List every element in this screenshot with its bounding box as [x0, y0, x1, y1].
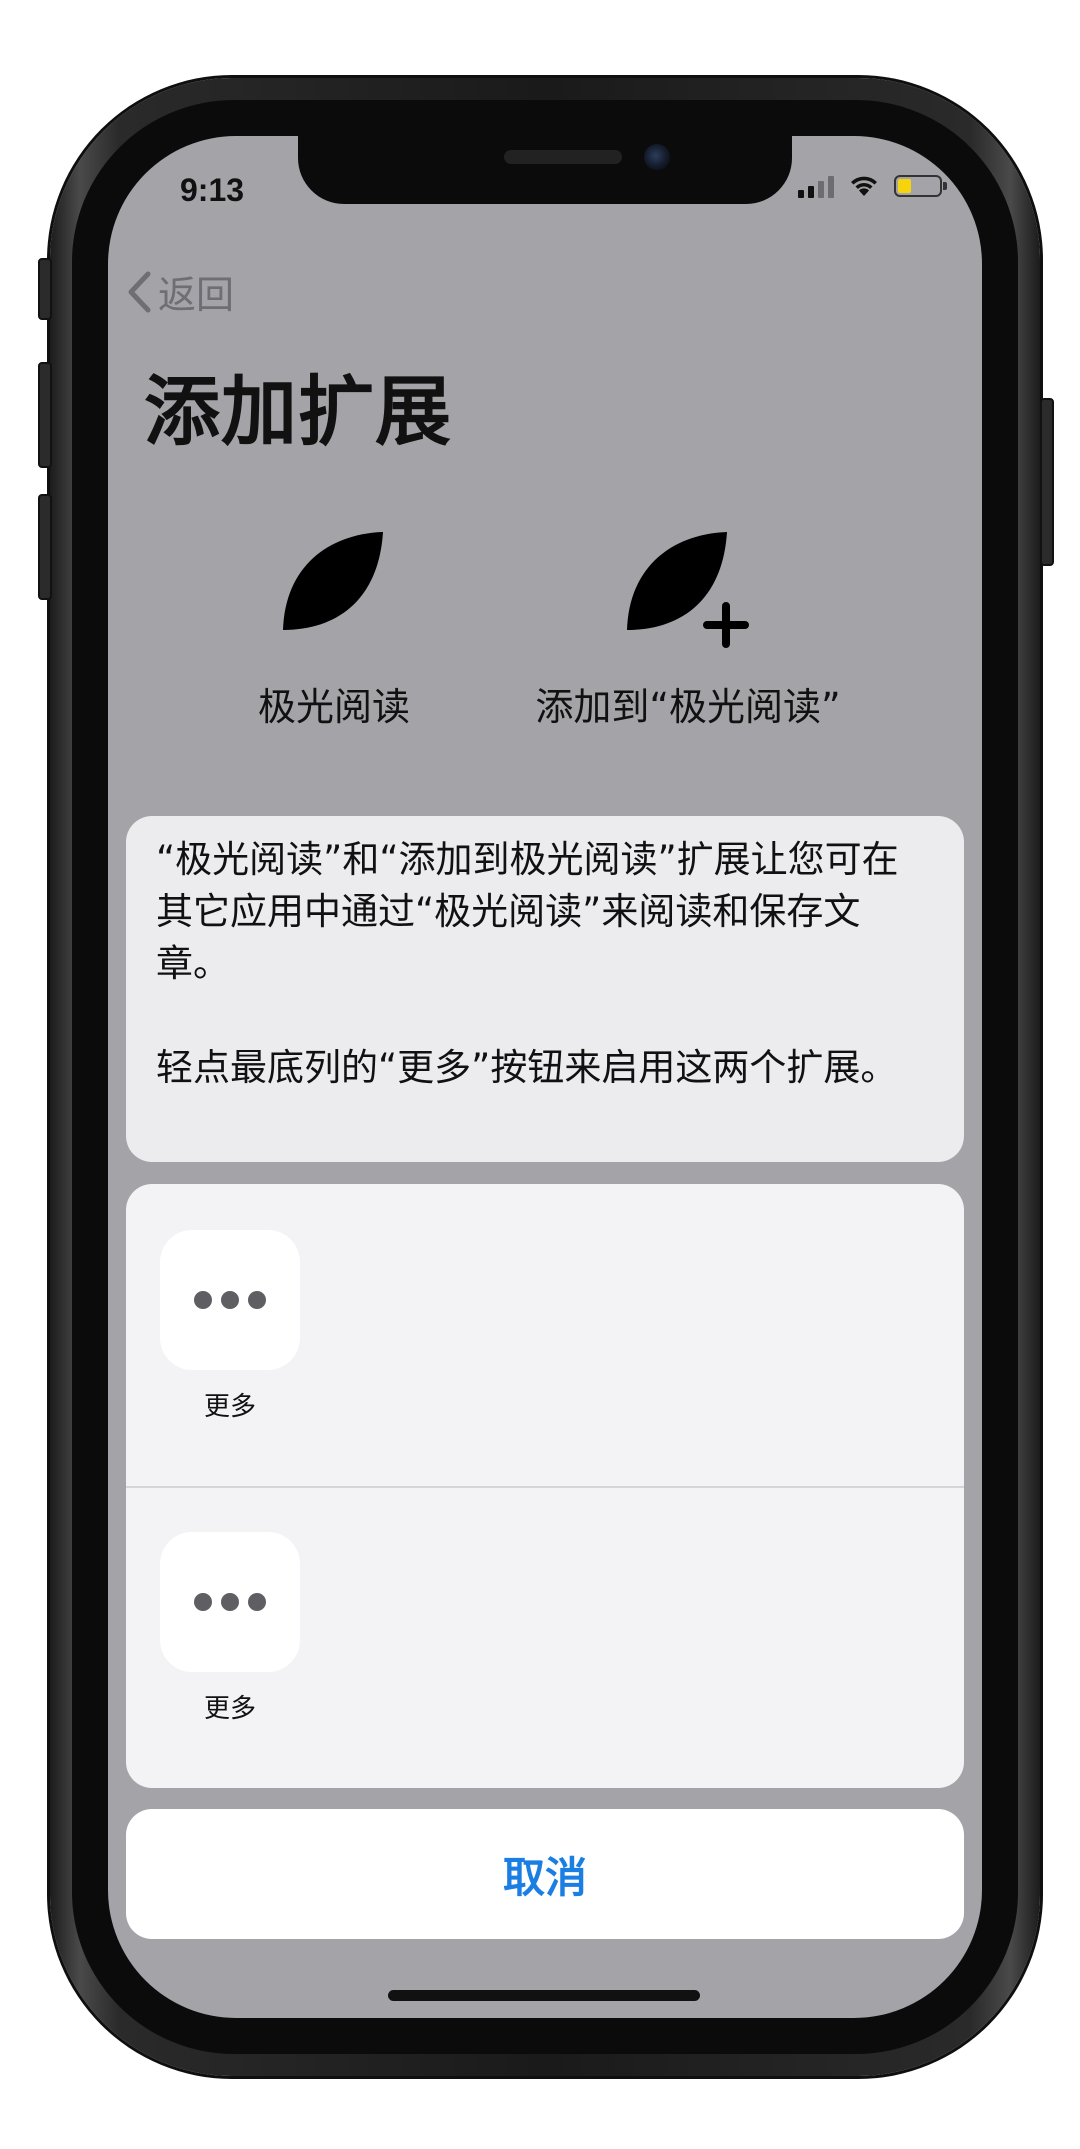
volume-up-button [38, 362, 52, 468]
more-dots-icon [194, 1291, 212, 1309]
description-paragraph: “极光阅读”和“添加到极光阅读”扩展让您可在其它应用中通过“极光阅读”来阅读和保… [156, 838, 899, 985]
cancel-button[interactable]: 取消 [126, 1809, 964, 1939]
leaf-plus-icon [623, 526, 753, 648]
home-indicator[interactable] [388, 1990, 700, 2001]
plus-icon [703, 602, 749, 648]
volume-down-button [38, 494, 52, 600]
description-paragraph: 轻点最底列的“更多”按钮来启用这两个扩展。 [156, 1046, 898, 1089]
page-title: 添加扩展 [144, 367, 452, 456]
battery-icon [894, 175, 947, 197]
extension-label: 添加到“极光阅读” [535, 685, 841, 729]
leaf-icon [283, 532, 383, 630]
more-button[interactable] [160, 1230, 300, 1370]
more-dots-icon [194, 1593, 212, 1611]
share-actions-card: 更多 更多 [126, 1184, 964, 1788]
chevron-left-icon [128, 271, 151, 312]
more-dots-icon [221, 1593, 239, 1611]
more-button[interactable] [160, 1532, 300, 1672]
front-camera [644, 144, 670, 170]
description-card: “极光阅读”和“添加到极光阅读”扩展让您可在其它应用中通过“极光阅读”来阅读和保… [126, 816, 964, 1162]
silent-switch [38, 258, 52, 320]
notch [298, 136, 792, 204]
more-dots-icon [221, 1291, 239, 1309]
action-row: 更多 [126, 1486, 964, 1788]
status-time: 9:13 [180, 172, 245, 208]
extension-add-to-reader: 添加到“极光阅读” [518, 526, 858, 731]
status-icons [798, 174, 947, 198]
more-label: 更多 [203, 1392, 256, 1422]
phone-screen: 9:13 返回 添加扩展 极光阅读 添加到“极光阅读” “极光阅读”和“添加到极… [108, 136, 982, 2018]
extension-label: 极光阅读 [257, 685, 410, 729]
back-button[interactable]: 返回 [126, 264, 234, 319]
extension-reader: 极光阅读 [204, 526, 464, 731]
cellular-signal-icon [798, 174, 834, 198]
more-dots-icon [248, 1291, 266, 1309]
action-row: 更多 [126, 1184, 964, 1486]
wifi-icon [851, 176, 877, 196]
back-label: 返回 [158, 273, 235, 317]
more-label: 更多 [203, 1694, 256, 1724]
earpiece-speaker [504, 150, 622, 164]
battery-level [898, 179, 912, 193]
more-dots-icon [248, 1593, 266, 1611]
power-button [1040, 398, 1054, 566]
